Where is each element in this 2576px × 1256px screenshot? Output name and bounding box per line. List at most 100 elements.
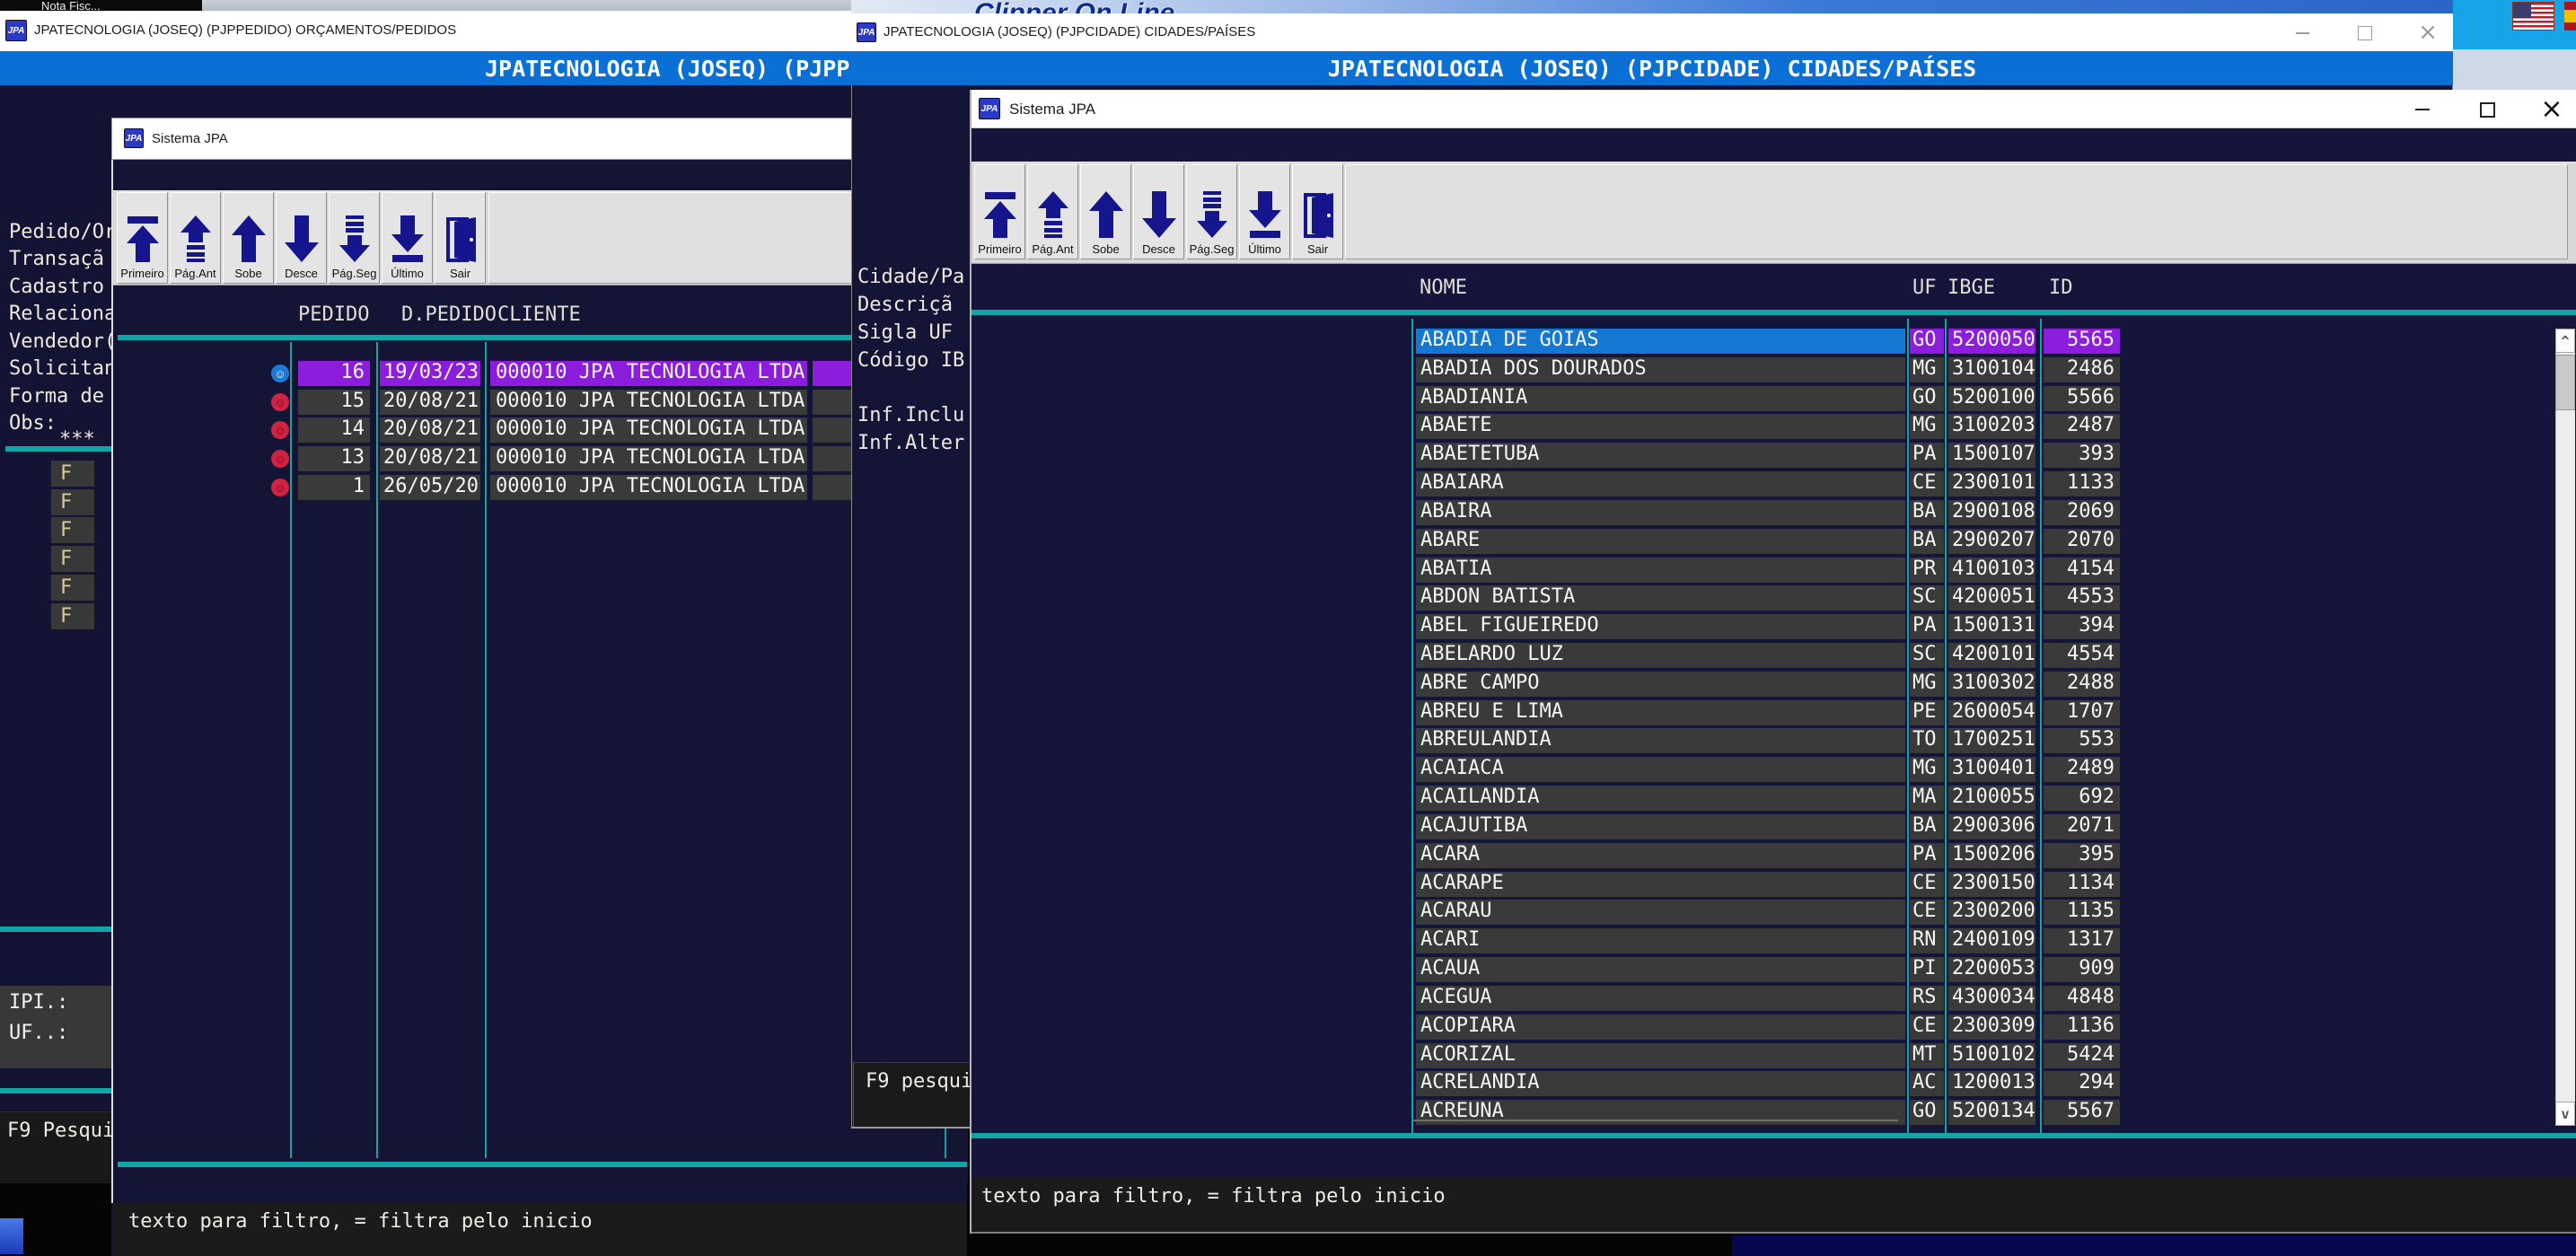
table-row[interactable]: ACARI RN 2400109 1317 (0, 928, 2576, 953)
toolbar-button[interactable]: Primeiro (117, 192, 168, 284)
cell-nome: ACOPIARA (1416, 1014, 1905, 1040)
toolbar-button[interactable]: Sair (1292, 164, 1343, 259)
scrollbar-thumb[interactable] (2555, 355, 2575, 410)
pedidos-browser-titlebar[interactable]: JPA Sistema JPA (111, 118, 967, 160)
scrollbar-track[interactable] (2555, 329, 2575, 1126)
pedidos-titlebar[interactable]: JPA JPATECNOLOGIA (JOSEQ) (PJPPEDIDO) OR… (0, 11, 851, 51)
table-row[interactable]: ACAJUTIBA BA 2900306 2071 (0, 814, 2576, 839)
cell-nome: ABDON BATISTA (1416, 585, 1905, 610)
table-row[interactable]: ABADIA DOS DOURADOS MG 3100104 2486 (0, 357, 2576, 382)
scrollbar-down-button[interactable]: v (2555, 1102, 2575, 1126)
toolbar-button[interactable]: Sair (435, 192, 486, 284)
cidades-titlebar[interactable]: JPA JPATECNOLOGIA (JOSEQ) (PJPCIDADE) CI… (851, 13, 2453, 51)
cell-ibge: 1200013 (1948, 1071, 2035, 1096)
taskbar-item[interactable] (0, 1218, 23, 1254)
filter-hint-text: texto para filtro, = filtra pelo inicio (128, 1210, 593, 1233)
field-label: Pedido/Or (9, 221, 116, 244)
cell-ibge: 2900207 (1948, 529, 2035, 554)
cell-uf: PE (1910, 700, 1944, 725)
toolbar-button[interactable]: Primeiro (974, 164, 1025, 259)
table-row[interactable]: ACARA PA 1500206 395 (0, 843, 2576, 868)
table-row[interactable]: ACEGUA RS 4300034 4848 (0, 986, 2576, 1011)
cell-ibge: 2600054 (1948, 700, 2035, 725)
table-row[interactable]: ACAIACA MG 3100401 2489 (0, 757, 2576, 782)
toolbar-button[interactable]: Último (1239, 164, 1290, 259)
cell-id: 2070 (2044, 529, 2120, 554)
cell-nome: ABARE (1416, 529, 1905, 554)
toolbar-button[interactable]: Pág.Ant (170, 192, 221, 284)
cidades-console-banner: JPATECNOLOGIA (JOSEQ) (PJPCIDADE) CIDADE… (851, 51, 2453, 85)
table-row[interactable]: ACORIZAL MT 5100102 5424 (0, 1043, 2576, 1068)
cell-id: 5424 (2044, 1043, 2120, 1068)
cidades-browser-title: Sistema JPA (1009, 101, 1095, 119)
field-label: Relaciona (9, 303, 116, 326)
table-row[interactable]: ACRELANDIA AC 1200013 294 (0, 1071, 2576, 1096)
cell-uf: BA (1910, 814, 1944, 839)
cell-id: 5566 (2044, 386, 2120, 411)
pedidos-filter-input[interactable]: texto para filtro, = filtra pelo inicio (113, 1203, 967, 1256)
cell-ibge: 3100104 (1948, 357, 2035, 382)
toolbar-button[interactable]: Sobe (1080, 164, 1131, 259)
toolbar-button[interactable]: Pág.Seg (1186, 164, 1237, 259)
column-header-uf: UF (1912, 277, 1937, 299)
spain-flag-icon[interactable] (2564, 2, 2576, 31)
toolbar-button[interactable]: Pág.Ant (1027, 164, 1078, 259)
table-row[interactable]: ABRE CAMPO MG 3100302 2488 (0, 672, 2576, 697)
us-flag-icon[interactable] (2512, 2, 2554, 31)
cell-id: 1135 (2044, 900, 2120, 925)
cell-id: 1133 (2044, 471, 2120, 496)
table-row[interactable]: ABAIRA BA 2900108 2069 (0, 500, 2576, 525)
first-icon (125, 215, 161, 262)
minimize-button[interactable] (2286, 21, 2318, 46)
cidades-browser-titlebar[interactable]: JPA Sistema JPA × (971, 90, 2576, 128)
column-header-pedido: PEDIDO (298, 303, 369, 326)
table-row[interactable]: ACARAU CE 2300200 1135 (0, 900, 2576, 925)
table-row[interactable]: ABEL FIGUEIREDO PA 1500131 394 (0, 614, 2576, 639)
table-row[interactable]: ACAUA PI 2200053 909 (0, 957, 2576, 982)
cell-nome: ACARI (1416, 928, 1905, 953)
maximize-button[interactable] (2349, 21, 2381, 46)
cell-uf: MG (1910, 757, 1944, 782)
toolbar-button[interactable]: Sobe (223, 192, 274, 284)
toolbar-button[interactable]: Pág.Seg (329, 192, 380, 284)
table-row[interactable]: ACARAPE CE 2300150 1134 (0, 872, 2576, 897)
table-row[interactable]: ACREUNA GO 5200134 5567 (0, 1100, 2576, 1125)
table-row[interactable]: ABADIANIA GO 5200100 5566 (0, 386, 2576, 411)
cidades-filter-input[interactable]: texto para filtro, = filtra pelo inicio (971, 1178, 2576, 1234)
close-button[interactable]: × (2412, 17, 2444, 48)
cell-uf: SC (1910, 585, 1944, 610)
cell-id: 553 (2044, 728, 2120, 753)
scrollbar-up-button[interactable]: ^ (2555, 329, 2575, 353)
table-row[interactable]: ABAIARA CE 2300101 1133 (0, 471, 2576, 496)
table-row[interactable]: ABADIA DE GOIAS GO 5200050 5565 (0, 329, 2576, 354)
toolbar-button[interactable]: Desce (276, 192, 327, 284)
cell-id: 5567 (2044, 1100, 2120, 1125)
cell-uf: GO (1910, 329, 1944, 354)
cell-uf: MT (1910, 1043, 1944, 1068)
cell-nome: ACARA (1416, 843, 1905, 868)
page-down-icon (338, 215, 371, 262)
maximize-button[interactable] (2469, 97, 2505, 122)
table-row[interactable]: ABAETE MG 3100203 2487 (0, 414, 2576, 439)
minimize-button[interactable] (2405, 97, 2440, 122)
cell-nome: ABAETETUBA (1416, 443, 1905, 468)
table-row[interactable]: ABARE BA 2900207 2070 (0, 529, 2576, 554)
table-row[interactable]: ACAILANDIA MA 2100055 692 (0, 786, 2576, 811)
field-label: Descriçã (857, 294, 953, 317)
table-row[interactable]: ABREU E LIMA PE 2600054 1707 (0, 700, 2576, 725)
table-bottom-line (971, 1133, 2576, 1138)
cidades-console-banner-text: JPATECNOLOGIA (JOSEQ) (PJPCIDADE) CIDADE… (1328, 56, 1976, 82)
table-row[interactable]: ABDON BATISTA SC 4200051 4553 (0, 585, 2576, 610)
table-row[interactable]: ABATIA PR 4100103 4154 (0, 558, 2576, 583)
table-row[interactable]: ABELARDO LUZ SC 4200101 4554 (0, 643, 2576, 668)
cell-uf: RN (1910, 928, 1944, 953)
pedidos-console-banner-text: JPATECNOLOGIA (JOSEQ) (PJPPEDI (485, 56, 851, 82)
cell-id: 1707 (2044, 700, 2120, 725)
table-row[interactable]: ABAETETUBA PA 1500107 393 (0, 443, 2576, 468)
toolbar-button[interactable]: Último (382, 192, 433, 284)
cell-id: 2071 (2044, 814, 2120, 839)
table-row[interactable]: ABREULANDIA TO 1700251 553 (0, 728, 2576, 753)
table-row[interactable]: ACOPIARA CE 2300309 1136 (0, 1014, 2576, 1040)
close-button[interactable]: × (2534, 92, 2570, 126)
toolbar-button[interactable]: Desce (1133, 164, 1184, 259)
